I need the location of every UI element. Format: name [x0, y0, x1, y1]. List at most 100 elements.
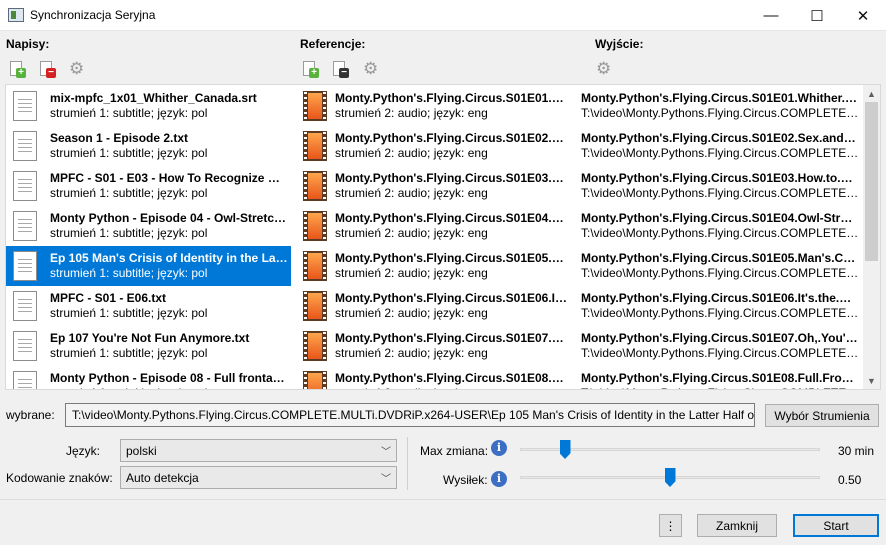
- text-file-icon: [13, 291, 37, 321]
- maximize-button[interactable]: ☐: [794, 0, 840, 31]
- subtitle-cell[interactable]: Monty Python - Episode 08 - Full frontal…: [6, 366, 291, 389]
- output-cell[interactable]: Monty.Python's.Flying.Circus.S01E07.Oh,.…: [579, 326, 864, 366]
- output-file-path: T:\video\Monty.Pythons.Flying.Circus.COM…: [581, 226, 859, 240]
- scroll-thumb[interactable]: [865, 102, 878, 261]
- plus-icon: +: [309, 68, 319, 78]
- output-cell[interactable]: Monty.Python's.Flying.Circus.S01E08.Full…: [579, 366, 864, 389]
- subtitle-file-name: Season 1 - Episode 2.txt: [50, 131, 189, 145]
- subtitle-file-name: MPFC - S01 - E06.txt: [50, 291, 167, 305]
- info-icon[interactable]: i: [491, 471, 507, 487]
- subtitle-settings-gear-icon[interactable]: ⚙: [69, 60, 85, 77]
- add-subtitle-button[interactable]: +: [10, 61, 26, 78]
- output-file-path: T:\video\Monty.Pythons.Flying.Circus.COM…: [581, 306, 859, 320]
- reference-cell[interactable]: Monty.Python's.Flying.Circus.S01E06.It's…: [297, 286, 575, 326]
- video-file-icon: [303, 131, 327, 161]
- output-file-path: T:\video\Monty.Pythons.Flying.Circus.COM…: [581, 266, 859, 280]
- reference-settings-gear-icon[interactable]: ⚙: [363, 60, 379, 77]
- reference-cell[interactable]: Monty.Python's.Flying.Circus.S01E04.O...…: [297, 206, 575, 246]
- video-file-icon: [303, 331, 327, 361]
- subtitle-file-name: Ep 107 You're Not Fun Anymore.txt: [50, 331, 250, 345]
- output-cell[interactable]: Monty.Python's.Flying.Circus.S01E02.Sex.…: [579, 126, 864, 166]
- remove-reference-button[interactable]: −: [333, 61, 349, 78]
- close-dialog-button[interactable]: Zamknij: [697, 514, 777, 537]
- output-cell[interactable]: Monty.Python's.Flying.Circus.S01E04.Owl-…: [579, 206, 864, 246]
- subtitle-cell[interactable]: mix-mpfc_1x01_Whither_Canada.srt strumień…: [6, 86, 291, 126]
- output-file-path: T:\video\Monty.Pythons.Flying.Circus.COM…: [581, 346, 859, 360]
- table-row[interactable]: MPFC - S01 - E06.txt strumień 1: subtitle…: [6, 286, 866, 326]
- text-file-icon: [13, 331, 37, 361]
- vertical-scrollbar[interactable]: ▲ ▼: [863, 85, 880, 389]
- reference-cell[interactable]: Monty.Python's.Flying.Circus.S01E07.Oh..…: [297, 326, 575, 366]
- output-file-name: Monty.Python's.Flying.Circus.S01E03.How.…: [581, 171, 859, 185]
- subtitle-cell[interactable]: Season 1 - Episode 2.txt strumień 1: subt…: [6, 126, 291, 166]
- chevron-down-icon: ﹀: [381, 447, 391, 458]
- subtitle-stream-info: strumień 1: subtitle; język: pol: [50, 186, 208, 200]
- subtitle-cell[interactable]: Ep 107 You're Not Fun Anymore.txt strumie…: [6, 326, 291, 366]
- close-button[interactable]: ✕: [840, 0, 886, 31]
- reference-stream-info: strumień 2: audio; język: eng: [335, 106, 488, 120]
- subtitle-file-name: MPFC - S01 - E03 - How To Recognize Dif.…: [50, 171, 288, 185]
- language-select[interactable]: polski ﹀: [120, 439, 397, 462]
- reference-cell[interactable]: Monty.Python's.Flying.Circus.S01E02.Se..…: [297, 126, 575, 166]
- scroll-down-icon[interactable]: ▼: [863, 372, 880, 389]
- selected-path-label: wybrane:: [6, 408, 55, 422]
- table-row[interactable]: Season 1 - Episode 2.txt strumień 1: subt…: [6, 126, 866, 166]
- output-cell[interactable]: Monty.Python's.Flying.Circus.S01E06.It's…: [579, 286, 864, 326]
- table-row[interactable]: mix-mpfc_1x01_Whither_Canada.srt strumień…: [6, 86, 866, 126]
- reference-cell[interactable]: Monty.Python's.Flying.Circus.S01E05.Man.…: [297, 246, 575, 286]
- output-cell[interactable]: Monty.Python's.Flying.Circus.S01E01.Whit…: [579, 86, 864, 126]
- output-file-name: Monty.Python's.Flying.Circus.S01E02.Sex.…: [581, 131, 859, 145]
- start-button[interactable]: Start: [793, 514, 879, 537]
- subtitle-cell[interactable]: Monty Python - Episode 04 - Owl-Stretch.…: [6, 206, 291, 246]
- encoding-label: Kodowanie znaków:: [6, 471, 113, 485]
- table-row[interactable]: Ep 107 You're Not Fun Anymore.txt strumie…: [6, 326, 866, 366]
- max-change-slider-handle[interactable]: [559, 440, 571, 459]
- title-bar: Synchronizacja Seryjna — ☐ ✕: [0, 0, 886, 31]
- text-file-icon: [13, 251, 37, 281]
- output-cell[interactable]: Monty.Python's.Flying.Circus.S01E05.Man'…: [579, 246, 864, 286]
- minimize-button[interactable]: —: [748, 0, 794, 31]
- text-file-icon: [13, 91, 37, 121]
- encoding-value: Auto detekcja: [126, 471, 199, 485]
- output-file-path: T:\video\Monty.Pythons.Flying.Circus.COM…: [581, 186, 859, 200]
- reference-file-name: Monty.Python's.Flying.Circus.S01E01.W...: [335, 91, 569, 105]
- max-change-value: 30 min: [838, 444, 875, 458]
- table-row[interactable]: Monty Python - Episode 08 - Full frontal…: [6, 366, 866, 389]
- subtitle-cell[interactable]: MPFC - S01 - E06.txt strumień 1: subtitle…: [6, 286, 291, 326]
- reference-cell[interactable]: Monty.Python's.Flying.Circus.S01E03.Ho..…: [297, 166, 575, 206]
- output-settings-gear-icon[interactable]: ⚙: [596, 60, 612, 77]
- output-file-name: Monty.Python's.Flying.Circus.S01E08.Full…: [581, 371, 859, 385]
- remove-subtitle-button[interactable]: −: [40, 61, 56, 78]
- table-row[interactable]: Monty Python - Episode 04 - Owl-Stretch.…: [6, 206, 866, 246]
- output-cell[interactable]: Monty.Python's.Flying.Circus.S01E03.How.…: [579, 166, 864, 206]
- add-reference-button[interactable]: +: [303, 61, 319, 78]
- select-stream-button[interactable]: Wybór Strumienia: [765, 404, 879, 427]
- video-file-icon: [303, 171, 327, 201]
- video-file-icon: [303, 371, 327, 389]
- video-file-icon: [303, 211, 327, 241]
- subtitle-cell[interactable]: MPFC - S01 - E03 - How To Recognize Dif.…: [6, 166, 291, 206]
- video-file-icon: [303, 291, 327, 321]
- output-file-name: Monty.Python's.Flying.Circus.S01E04.Owl-…: [581, 211, 859, 225]
- subtitle-stream-info: strumień 1: subtitle; język: pol: [50, 146, 208, 160]
- reference-cell[interactable]: Monty.Python's.Flying.Circus.S01E08.Ful.…: [297, 366, 575, 389]
- table-row[interactable]: MPFC - S01 - E03 - How To Recognize Dif.…: [6, 166, 866, 206]
- encoding-select[interactable]: Auto detekcja ﹀: [120, 466, 397, 489]
- window-title: Synchronizacja Seryjna: [30, 8, 156, 22]
- reference-cell[interactable]: Monty.Python's.Flying.Circus.S01E01.W...…: [297, 86, 575, 126]
- subtitle-stream-info: strumień 1: subtitle; język: pol: [50, 266, 208, 280]
- reference-stream-info: strumień 2: audio; język: eng: [335, 266, 488, 280]
- selected-path-field[interactable]: T:\video\Monty.Pythons.Flying.Circus.COM…: [65, 403, 755, 427]
- plus-icon: +: [16, 68, 26, 78]
- output-file-name: Monty.Python's.Flying.Circus.S01E07.Oh,.…: [581, 331, 859, 345]
- info-icon[interactable]: i: [491, 440, 507, 456]
- subtitle-cell[interactable]: Ep 105 Man's Crisis of Identity in the L…: [6, 246, 291, 286]
- reference-file-name: Monty.Python's.Flying.Circus.S01E05.Man.…: [335, 251, 569, 265]
- scroll-up-icon[interactable]: ▲: [863, 85, 880, 102]
- table-row[interactable]: Ep 105 Man's Crisis of Identity in the L…: [6, 246, 866, 286]
- more-options-button[interactable]: ⋮: [659, 514, 682, 537]
- minus-icon: −: [46, 68, 56, 78]
- effort-slider-handle[interactable]: [664, 468, 676, 487]
- file-list[interactable]: mix-mpfc_1x01_Whither_Canada.srt strumień…: [5, 84, 881, 390]
- language-label: Język:: [66, 444, 101, 458]
